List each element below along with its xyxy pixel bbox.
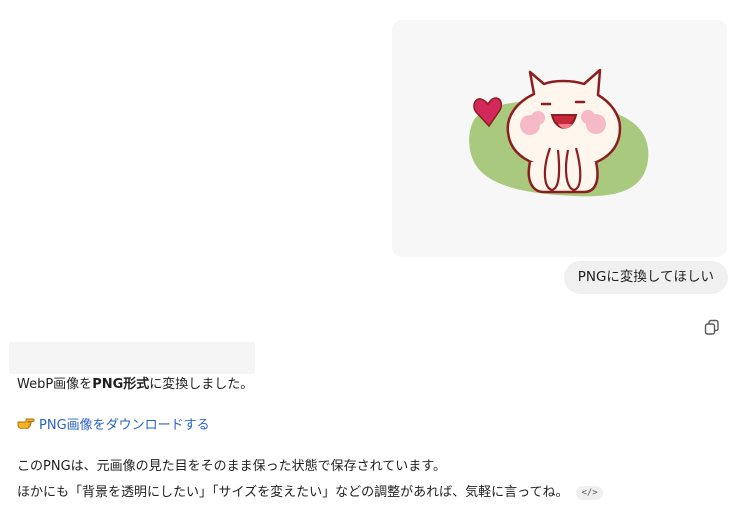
copy-icon	[704, 319, 719, 335]
line4-text: ほかにも「背景を透明にしたい」「サイズを変えたい」などの調整があれば、気軽に言っ…	[17, 485, 569, 500]
source-chip[interactable]: </>	[576, 486, 603, 500]
pointing-hand-icon	[17, 416, 35, 435]
assistant-line-1: WebP画像をPNG形式に変換しました。	[17, 376, 253, 394]
uploaded-image-card[interactable]	[392, 20, 727, 257]
user-message-bubble: PNGに変換してほしい	[563, 261, 728, 294]
assistant-line-4: ほかにも「背景を透明にしたい」「サイズを変えたい」などの調整があれば、気軽に言っ…	[17, 484, 603, 502]
line1-post-text: に変換しました。	[149, 377, 254, 392]
line1-pre-text: WebP画像を	[17, 377, 93, 392]
line1-bold-text: PNG形式	[92, 377, 150, 392]
download-row: PNG画像をダウンロードする	[17, 416, 210, 435]
loading-placeholder-bar	[9, 342, 255, 374]
cat-illustration	[469, 68, 649, 197]
assistant-line-3: このPNGは、元画像の見た目をそのまま保った状態で保存されています。	[17, 459, 446, 474]
copy-button[interactable]	[703, 318, 721, 336]
download-png-link[interactable]: PNG画像をダウンロードする	[39, 418, 210, 433]
